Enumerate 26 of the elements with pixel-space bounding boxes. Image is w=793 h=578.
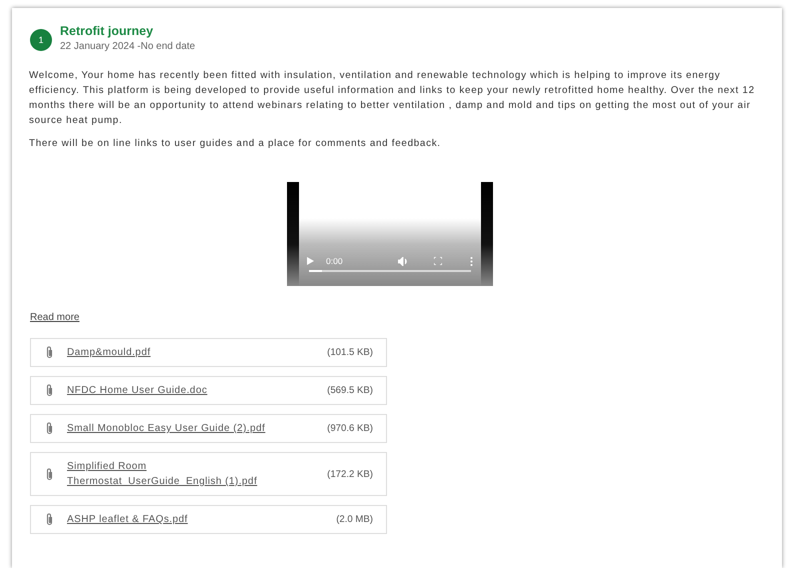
file-link[interactable]: Damp&mould.pdf xyxy=(67,345,267,360)
file-link[interactable]: Simplified Room Thermostat_UserGuide_English (1).pdf xyxy=(67,459,267,489)
file-size: (569.5 KB) xyxy=(327,385,373,396)
volume-icon[interactable] xyxy=(398,256,408,266)
file-link[interactable]: NFDC Home User Guide.doc xyxy=(67,383,267,398)
file-size: (172.2 KB) xyxy=(327,468,373,480)
video-time: 0:00 xyxy=(326,256,344,266)
description-text: Welcome, Your home has recently been fitted with insulation, ventilation and renewable technology which is helping to improve its energy efficiency. This platform is being developed to provide useful information and links to keep your newly retrofitted home healthy. Over the next 12 months there will be an opportunity to attend webinars relating to better ventilation , damp and mold and tips on getting the most out of your air source heat pump. xyxy=(29,69,756,128)
paperclip-icon xyxy=(46,384,53,397)
event-title: Retrofit journey xyxy=(60,24,154,38)
description-text: There will be on line links to user guides and a place for comments and feedback. xyxy=(29,137,442,151)
paperclip-icon xyxy=(46,422,53,435)
paperclip-icon xyxy=(46,346,53,359)
file-size: (2.0 MB) xyxy=(336,514,373,525)
file-size: (970.6 KB) xyxy=(327,423,373,434)
read-more-link[interactable]: Read more xyxy=(30,312,80,323)
file-link[interactable]: ASHP leaflet & FAQs.pdf xyxy=(67,512,267,527)
more-icon[interactable] xyxy=(470,256,473,266)
step-number: 1 xyxy=(30,29,52,51)
file-link[interactable]: Small Monobloc Easy User Guide (2).pdf xyxy=(67,421,267,436)
play-icon[interactable] xyxy=(307,257,314,265)
paperclip-icon xyxy=(46,468,53,480)
file-size: (101.5 KB) xyxy=(327,347,373,358)
fullscreen-icon[interactable] xyxy=(434,257,442,265)
event-dates: 22 January 2024 -No end date xyxy=(60,41,196,52)
paperclip-icon xyxy=(46,513,53,526)
